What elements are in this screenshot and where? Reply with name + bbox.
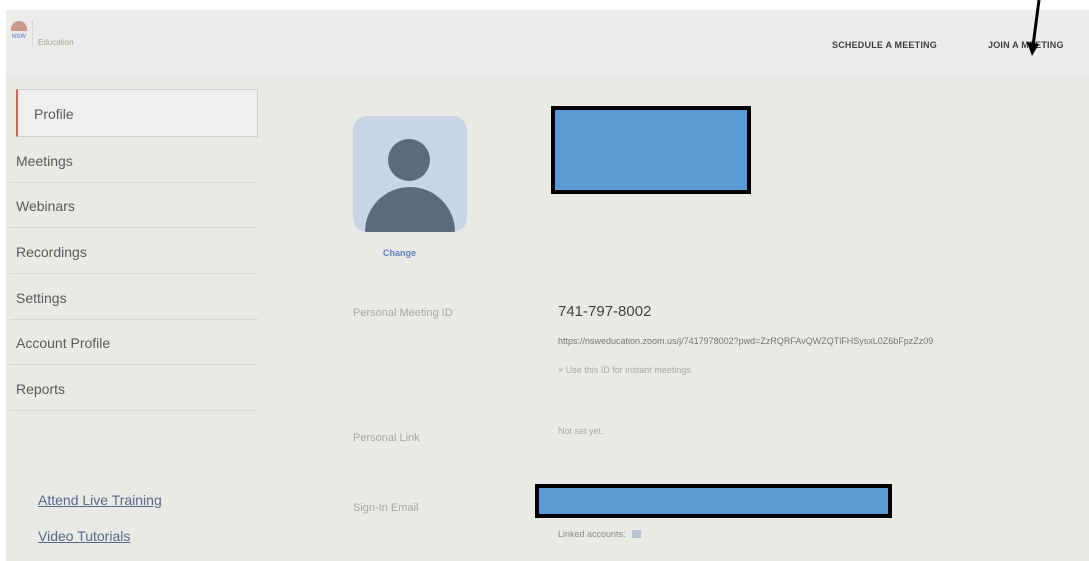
sidebar-item-webinars[interactable]: Webinars <box>10 184 258 228</box>
sidebar-item-profile[interactable]: Profile <box>16 89 258 137</box>
brand-name: Education <box>38 38 74 47</box>
personal-meeting-url[interactable]: https://nsweducation.zoom.us/j/741797800… <box>558 336 933 346</box>
sidebar-item-reports[interactable]: Reports <box>10 367 258 411</box>
redacted-email-box <box>535 484 892 518</box>
instant-meeting-note: × Use this ID for instant meetings <box>558 365 691 375</box>
logo-text: NSW <box>11 34 27 40</box>
logo-divider <box>32 20 33 46</box>
personal-meeting-id-value: 741-797-8002 <box>558 303 652 320</box>
personal-meeting-id-label: Personal Meeting ID <box>353 307 453 319</box>
sidebar-item-recordings[interactable]: Recordings <box>10 230 258 274</box>
video-tutorials-link[interactable]: Video Tutorials <box>38 528 130 544</box>
sidebar-item-account-profile[interactable]: Account Profile <box>10 321 258 365</box>
linked-accounts-label: Linked accounts: <box>558 529 626 539</box>
sign-in-email-label: Sign-In Email <box>353 502 419 514</box>
redacted-name-box <box>551 106 751 194</box>
annotation-arrow-icon <box>1027 0 1041 56</box>
user-avatar-icon[interactable] <box>353 116 467 232</box>
linked-accounts: Linked accounts: <box>558 529 641 539</box>
sidebar-item-settings[interactable]: Settings <box>10 276 258 320</box>
personal-link-value: Not set yet. <box>558 426 604 436</box>
change-avatar-link[interactable]: Change <box>383 248 416 258</box>
top-header: NSW Education SCHEDULE A MEETING JOIN A … <box>6 10 1089 78</box>
attend-live-training-link[interactable]: Attend Live Training <box>38 492 162 508</box>
zoom-profile-screen: NSW Education SCHEDULE A MEETING JOIN A … <box>6 10 1089 561</box>
logo-dome <box>11 21 27 31</box>
avatar-head <box>388 139 430 181</box>
sidebar: Profile Meetings Webinars Recordings Set… <box>10 89 258 419</box>
avatar-body <box>365 187 455 232</box>
linked-account-icon[interactable] <box>631 530 641 538</box>
personal-link-label: Personal Link <box>353 432 420 444</box>
schedule-meeting-link[interactable]: SCHEDULE A MEETING <box>832 40 937 50</box>
logo-icon[interactable]: NSW <box>8 20 30 46</box>
sidebar-item-meetings[interactable]: Meetings <box>10 139 258 183</box>
